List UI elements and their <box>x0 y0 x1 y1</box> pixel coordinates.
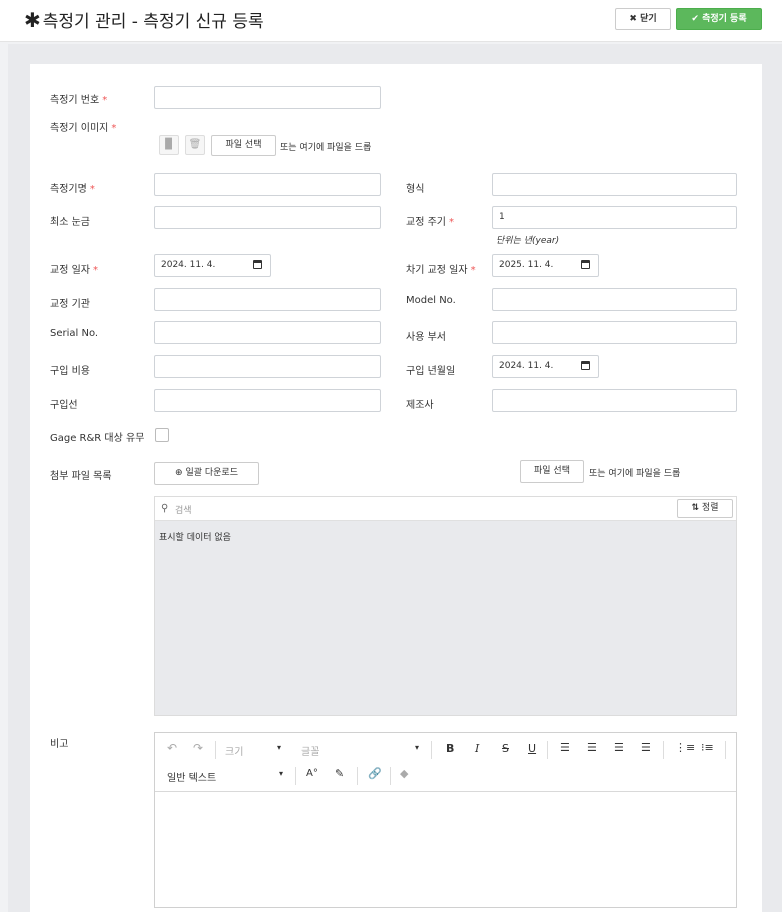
font-size-icon[interactable]: A° <box>306 768 318 779</box>
calibration-cycle-label: 교정 주기 * <box>406 217 454 228</box>
attachment-file-select-button[interactable]: 파일 선택 <box>520 460 584 483</box>
align-center-icon[interactable]: ☰ <box>587 741 597 754</box>
supplier-label: 구입선 <box>50 400 78 411</box>
purchase-cost-input[interactable] <box>154 355 381 378</box>
divider <box>390 767 391 785</box>
chevron-down-icon[interactable]: ▾ <box>415 743 419 752</box>
divider <box>431 741 432 759</box>
model-no-label: Model No. <box>406 295 456 306</box>
supplier-input[interactable] <box>154 389 381 412</box>
bold-button[interactable]: B <box>446 742 454 755</box>
highlighter-icon[interactable]: ✎ <box>335 767 344 780</box>
purchase-cost-label: 구입 비용 <box>50 366 90 377</box>
top-bar: ✱ 측정기 관리 - 측정기 신규 등록 ✖ 닫기 ✔ 측정기 등록 <box>0 0 782 42</box>
calibration-date-input[interactable]: 2024. 11. 4. <box>154 254 271 277</box>
close-icon: ✖ <box>629 14 637 24</box>
attachment-search-input[interactable]: 검색 <box>175 503 192 516</box>
font-family-select[interactable]: 글꼴 <box>301 743 319 758</box>
redo-icon[interactable]: ↷ <box>193 741 203 755</box>
calibration-agency-input[interactable] <box>154 288 381 311</box>
font-size-select[interactable]: 크기 <box>225 743 243 758</box>
link-icon[interactable]: 🔗 <box>368 767 382 780</box>
calendar-icon[interactable] <box>581 361 590 370</box>
trash-icon[interactable]: 🗑 <box>185 135 205 155</box>
attachment-list: ⚲ 검색 ⇅ 정렬 표시할 데이터 없음 <box>154 496 737 716</box>
attachments-label: 첨부 파일 목록 <box>50 471 112 482</box>
manufacturer-input[interactable] <box>492 389 737 412</box>
calendar-icon[interactable] <box>581 260 590 269</box>
instrument-image-label: 측정기 이미지 * <box>50 123 117 134</box>
bullet-list-icon[interactable]: ⁝≡ <box>701 741 714 754</box>
model-type-input[interactable] <box>492 173 737 196</box>
purchase-date-input[interactable]: 2024. 11. 4. <box>492 355 599 378</box>
page-title: ✱ 측정기 관리 - 측정기 신규 등록 <box>24 8 264 32</box>
department-label: 사용 부서 <box>406 332 446 343</box>
close-button[interactable]: ✖ 닫기 <box>615 8 671 30</box>
remarks-label: 비고 <box>50 739 69 750</box>
chevron-down-icon[interactable]: ▾ <box>279 769 283 778</box>
divider <box>215 741 216 759</box>
image-drop-text: 또는 여기에 파일을 드롭 <box>280 143 372 153</box>
calibration-agency-label: 교정 기관 <box>50 299 90 310</box>
search-icon: ⚲ <box>161 503 169 514</box>
department-input[interactable] <box>492 321 737 344</box>
undo-icon[interactable]: ↶ <box>167 741 177 755</box>
divider <box>663 741 664 759</box>
gage-rr-label: Gage R&R 대상 유무 <box>50 433 145 444</box>
min-scale-input[interactable] <box>154 206 381 229</box>
empty-message: 표시할 데이터 없음 <box>159 533 231 543</box>
align-right-icon[interactable]: ☰ <box>614 741 624 754</box>
instrument-number-label: 측정기 번호 * <box>50 95 108 106</box>
attachment-list-header: ⚲ 검색 ⇅ 정렬 <box>155 497 736 521</box>
calibration-cycle-hint: 단위는 년(year) <box>496 236 560 246</box>
next-calibration-date-input[interactable]: 2025. 11. 4. <box>492 254 599 277</box>
purchase-date-label: 구입 년월일 <box>406 366 456 377</box>
attachment-drop-text: 또는 여기에 파일을 드롭 <box>589 469 681 479</box>
divider <box>725 741 726 759</box>
min-scale-label: 최소 눈금 <box>50 217 90 228</box>
bulk-download-button[interactable]: ⊕ 일괄 다운로드 <box>154 462 259 485</box>
instrument-name-label: 측정기명 * <box>50 184 95 195</box>
ordered-list-icon[interactable]: ⋮≡ <box>675 741 695 754</box>
calibration-date-label: 교정 일자 * <box>50 265 98 276</box>
asterisk-icon: ✱ <box>24 8 41 32</box>
model-type-label: 형식 <box>406 184 425 195</box>
remarks-editor-body[interactable] <box>155 791 736 907</box>
next-calibration-date-label: 차기 교정 일자 * <box>406 265 476 276</box>
strikethrough-button[interactable]: S <box>502 742 509 755</box>
serial-no-label: Serial No. <box>50 328 99 339</box>
divider <box>295 767 296 785</box>
underline-button[interactable]: U <box>528 742 536 755</box>
instrument-number-input[interactable] <box>154 86 381 109</box>
calendar-icon[interactable] <box>253 260 262 269</box>
divider <box>357 767 358 785</box>
register-button[interactable]: ✔ 측정기 등록 <box>676 8 762 30</box>
check-icon: ✔ <box>691 14 699 24</box>
divider <box>547 741 548 759</box>
calibration-cycle-input[interactable]: 1 <box>492 206 737 229</box>
file-icon[interactable]: ▉ <box>159 135 179 155</box>
instrument-name-input[interactable] <box>154 173 381 196</box>
italic-button[interactable]: I <box>475 742 479 755</box>
gage-rr-checkbox[interactable] <box>155 428 169 442</box>
chevron-down-icon[interactable]: ▾ <box>277 743 281 752</box>
align-left-icon[interactable]: ☰ <box>560 741 570 754</box>
model-no-input[interactable] <box>492 288 737 311</box>
remarks-editor: ↶ ↷ 크기 ▾ 글꼴 ▾ B I S U ☰ ☰ ☰ ☰ ⋮≡ ⁝≡ 일반 텍… <box>154 732 737 908</box>
eraser-icon[interactable]: ◆ <box>400 767 408 780</box>
serial-no-input[interactable] <box>154 321 381 344</box>
align-justify-icon[interactable]: ☰ <box>641 741 651 754</box>
sort-button[interactable]: ⇅ 정렬 <box>677 499 733 518</box>
image-file-select-button[interactable]: 파일 선택 <box>211 135 276 156</box>
text-format-select[interactable]: 일반 텍스트 <box>167 769 216 784</box>
download-icon: ⊕ <box>175 468 183 478</box>
sort-icon: ⇅ <box>691 503 700 513</box>
manufacturer-label: 제조사 <box>406 400 434 411</box>
